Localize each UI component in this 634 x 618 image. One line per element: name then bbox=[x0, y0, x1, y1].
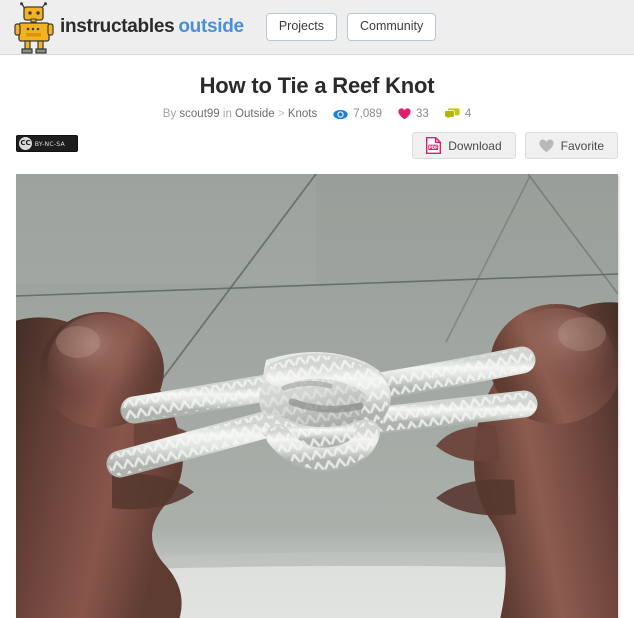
views-stat: 7,089 bbox=[333, 108, 382, 120]
cc-terms: BY-NC-SA bbox=[34, 139, 65, 148]
heart-icon bbox=[398, 108, 411, 120]
byline: By scout99 in Outside > Knots bbox=[163, 108, 317, 120]
download-button-label: Download bbox=[448, 138, 502, 153]
comment-icon bbox=[444, 108, 460, 120]
reef-knot-photo[interactable] bbox=[16, 174, 618, 618]
views-count: 7,089 bbox=[353, 108, 383, 120]
breadcrumb-separator: > bbox=[277, 108, 285, 120]
nav-projects[interactable]: Projects bbox=[265, 13, 337, 41]
favorites-stat: 33 bbox=[398, 108, 429, 120]
favorite-button[interactable]: Favorite bbox=[524, 132, 618, 159]
article-actions: PDF Download Favorite bbox=[412, 132, 618, 159]
wordmark-outside: outside bbox=[178, 16, 244, 37]
svg-text:PDF: PDF bbox=[429, 145, 439, 150]
byline-by: By bbox=[162, 108, 177, 120]
author-link[interactable]: scout99 bbox=[179, 108, 219, 120]
subchannel-link[interactable]: Knots bbox=[288, 108, 317, 120]
primary-nav: Projects Community bbox=[265, 13, 437, 41]
creative-commons-badge[interactable]: CC BY-NC-SA bbox=[16, 135, 78, 152]
brand-logo-link[interactable]: instructables outside bbox=[12, 0, 244, 54]
favorite-button-label: Favorite bbox=[560, 138, 604, 153]
eye-icon bbox=[333, 109, 348, 119]
site-wordmark: instructables outside bbox=[60, 16, 244, 38]
favorites-count: 33 bbox=[416, 108, 429, 120]
byline-in: in bbox=[222, 108, 232, 120]
comments-stat: 4 bbox=[444, 108, 472, 120]
download-button[interactable]: PDF Download bbox=[412, 132, 516, 159]
nav-community[interactable]: Community bbox=[346, 13, 437, 41]
cc-mark: CC bbox=[19, 137, 32, 150]
byline-row: By scout99 in Outside > Knots 7,089 33 4 bbox=[0, 108, 634, 120]
channel-link[interactable]: Outside bbox=[235, 108, 275, 120]
reef-knot-photo-image bbox=[16, 174, 618, 618]
instructables-robot-logo bbox=[14, 2, 54, 54]
comments-count: 4 bbox=[464, 108, 472, 120]
wordmark-instructables: instructables bbox=[60, 16, 175, 37]
page-title: How to Tie a Reef Knot bbox=[199, 73, 435, 98]
article-header: How to Tie a Reef Knot By scout99 in Out… bbox=[0, 55, 634, 120]
heart-outline-icon bbox=[539, 139, 554, 152]
site-header: instructables outside Projects Community bbox=[0, 0, 634, 55]
action-row: CC BY-NC-SA PDF Download Favorite bbox=[0, 132, 634, 166]
pdf-icon: PDF bbox=[426, 137, 442, 154]
